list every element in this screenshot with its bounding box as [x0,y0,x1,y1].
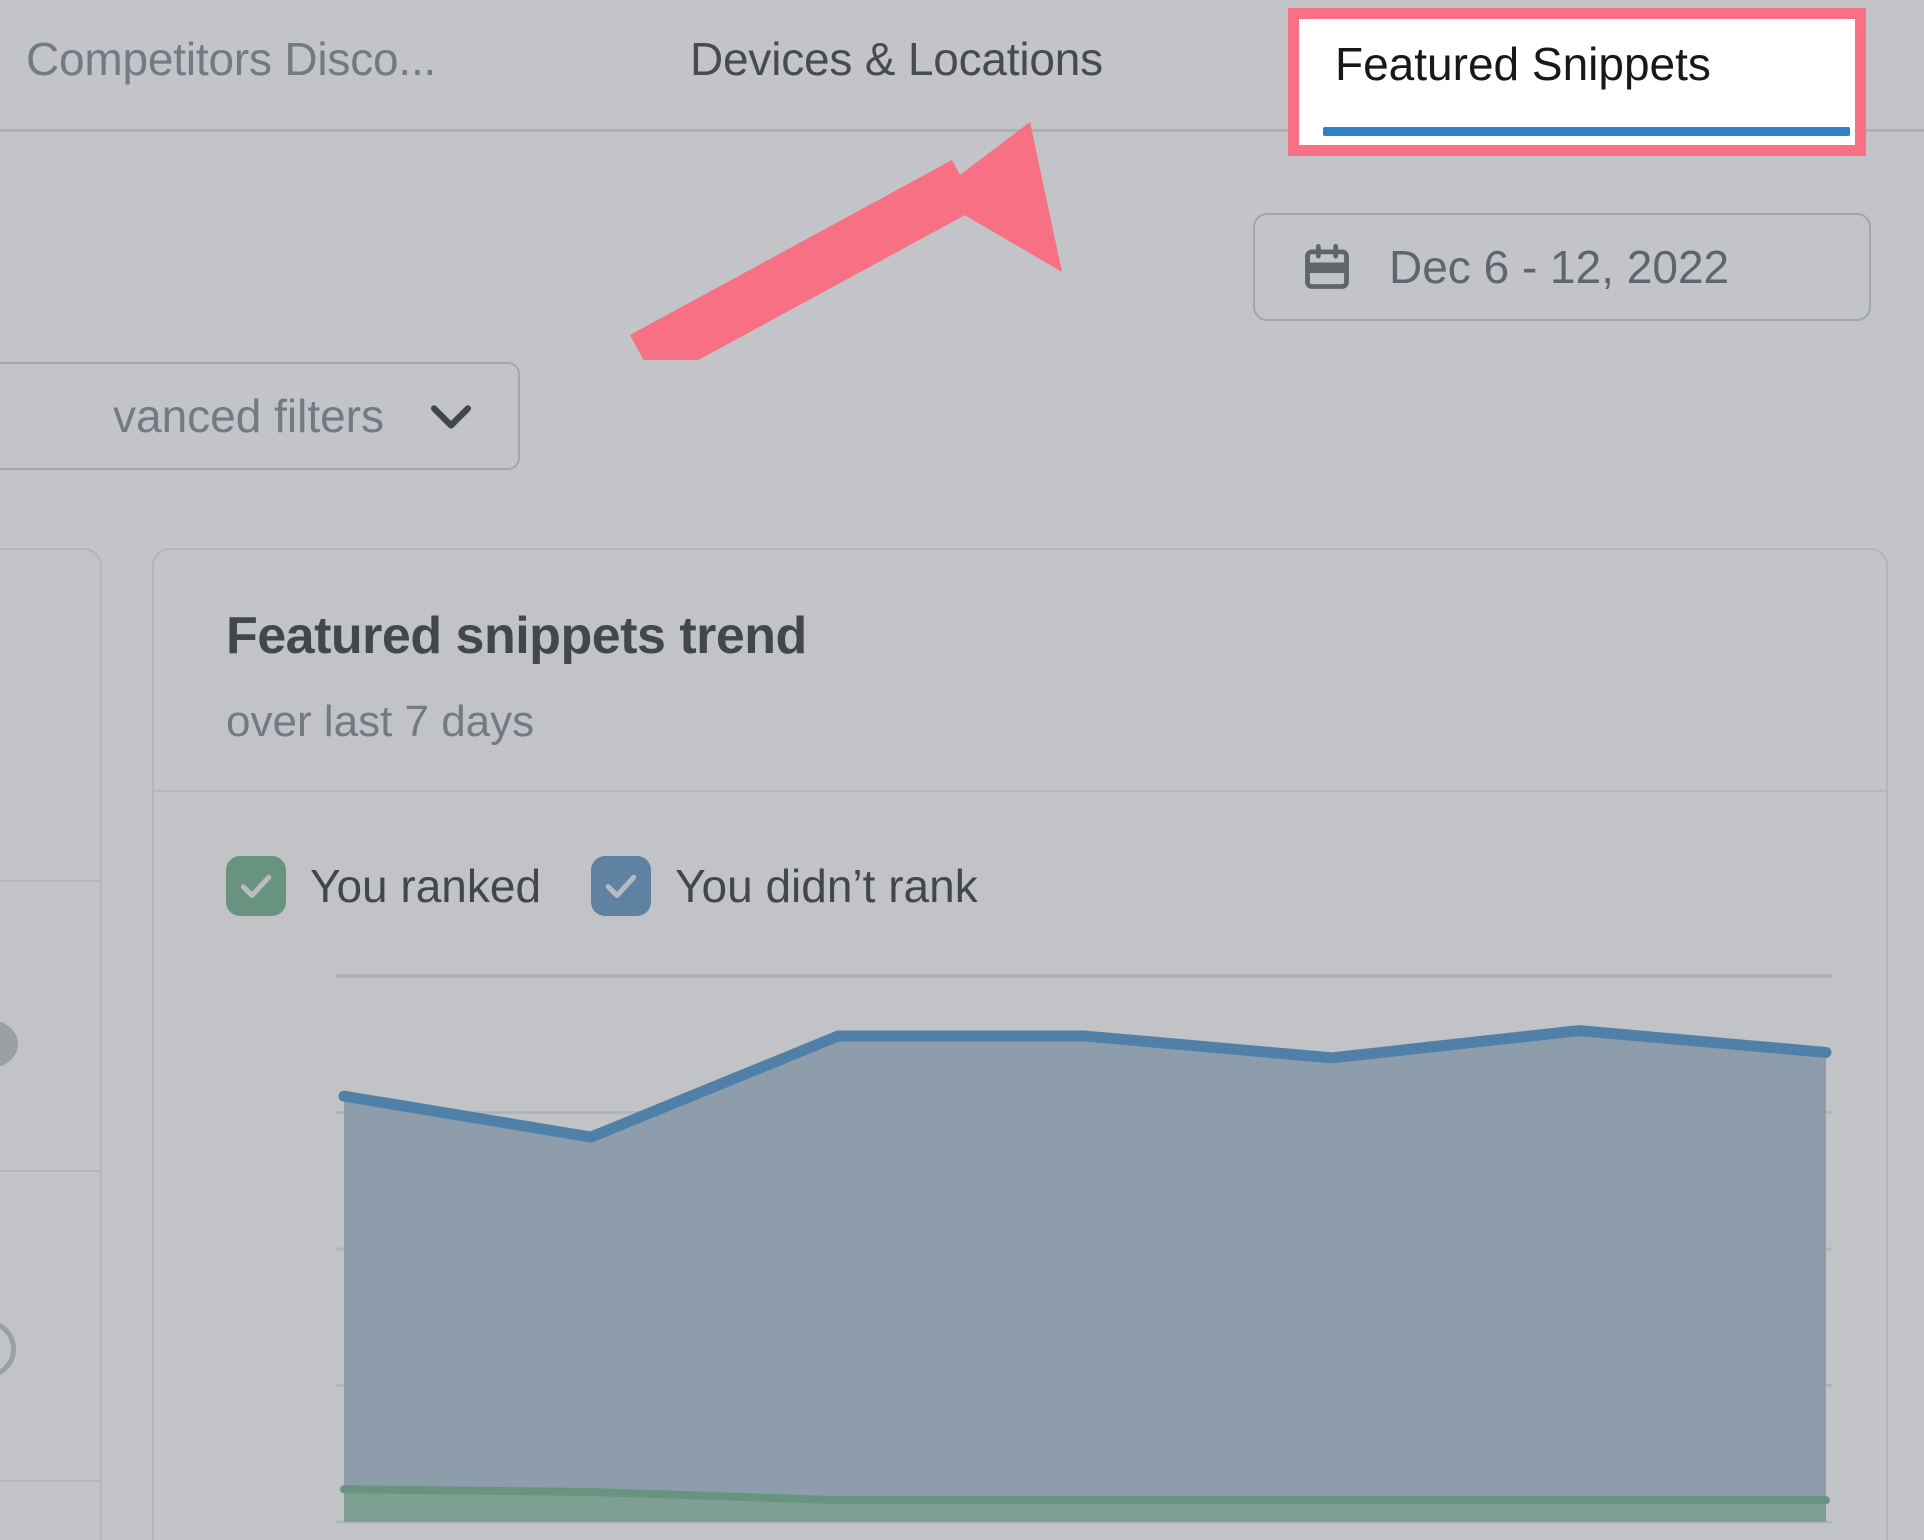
tab-competitors-discovery[interactable]: Competitors Disco... [26,0,436,129]
panel-indicator-dot [0,1020,18,1068]
card-header: Featured snippets trend over last 7 days [154,550,1886,744]
legend-label: You ranked [310,860,542,912]
screenshot-root: Competitors Disco... Devices & Locations… [0,0,1924,1540]
featured-snippets-trend-card: Featured snippets trend over last 7 days… [152,548,1888,1540]
panel-indicator-ring [0,1320,16,1378]
legend-item-you-didnt-rank[interactable]: You didn’t rank [591,856,978,916]
callout-highlight-box: Featured Snippets [1288,8,1866,156]
advanced-filters-dropdown[interactable]: vanced filters [0,362,520,470]
date-range-label: Dec 6 - 12, 2022 [1389,241,1730,293]
chart-plot-area [154,948,1886,1540]
panel-divider [0,1170,100,1172]
tab-label: Competitors Disco... [26,33,437,85]
advanced-filters-label: vanced filters [112,390,384,442]
app-page: Competitors Disco... Devices & Locations… [0,0,1924,1540]
highlighted-tab-label[interactable]: Featured Snippets [1335,41,1711,87]
panel-divider [0,1480,100,1482]
series-area-you-didnt-rank [344,1030,1826,1501]
card-subtitle: over last 7 days [226,697,535,746]
tab-devices-and-locations[interactable]: Devices & Locations [690,0,1103,129]
area-chart-svg [336,974,1832,1524]
legend-item-you-ranked[interactable]: You ranked [226,856,541,916]
check-icon [605,874,637,899]
calendar-icon [1305,244,1349,289]
checkbox-you-didnt-rank[interactable] [591,856,652,916]
chart-legend: You ranked You didn’t rank [154,792,1886,916]
check-icon [240,874,272,899]
page-title: Featured snippets trend [226,607,807,665]
checkbox-you-ranked[interactable] [226,856,286,916]
tab-label: Devices & Locations [690,33,1103,85]
side-metrics-panel [0,548,102,1540]
chevron-down-icon [430,405,472,429]
date-range-picker[interactable]: Dec 6 - 12, 2022 [1253,213,1871,321]
highlighted-tab-underline [1323,127,1850,136]
legend-label: You didn’t rank [675,860,978,912]
panel-divider [0,880,100,882]
